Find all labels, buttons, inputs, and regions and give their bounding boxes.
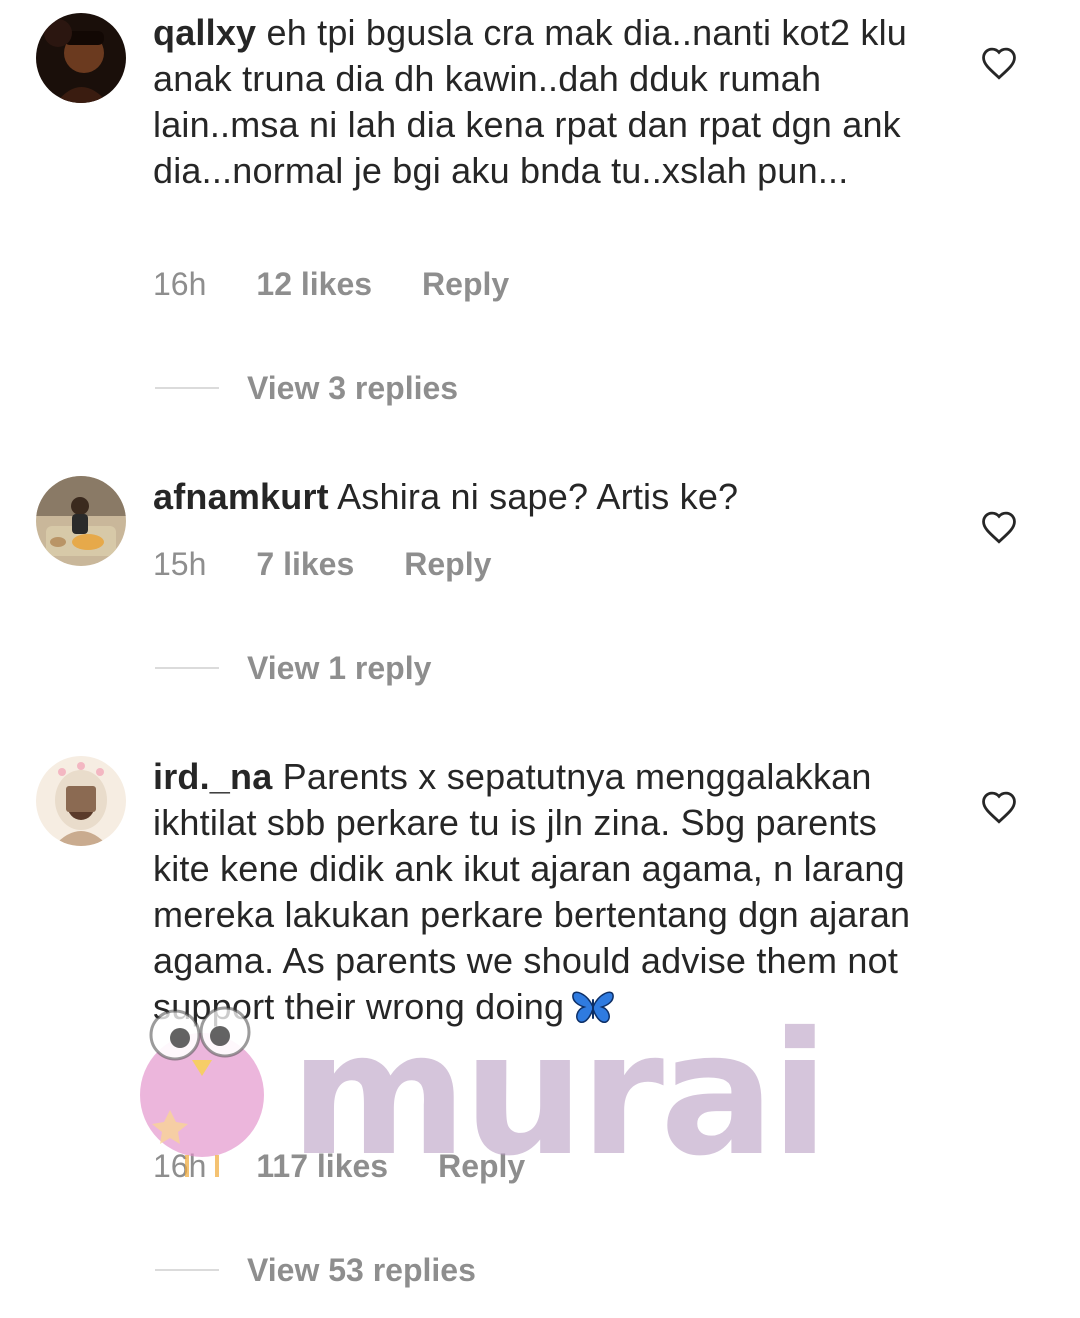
avatar-image-afnamkurt bbox=[36, 476, 126, 566]
view-replies-label: View 3 replies bbox=[247, 369, 459, 406]
comment-likes[interactable]: 7 likes bbox=[256, 546, 354, 583]
view-replies-button[interactable]: View 53 replies bbox=[155, 1250, 476, 1290]
reply-button[interactable]: Reply bbox=[438, 1148, 525, 1185]
comment-likes[interactable]: 12 likes bbox=[256, 266, 372, 303]
comment-username[interactable]: ird._na bbox=[153, 756, 272, 797]
avatar[interactable] bbox=[36, 756, 126, 846]
avatar-image-ird-na bbox=[36, 756, 126, 846]
replies-divider bbox=[155, 387, 219, 389]
comment-username[interactable]: qallxy bbox=[153, 12, 256, 53]
comment-username[interactable]: afnamkurt bbox=[153, 476, 329, 517]
view-replies-button[interactable]: View 3 replies bbox=[155, 368, 458, 408]
comment-body: qallxy eh tpi bgusla cra mak dia..nanti … bbox=[153, 10, 943, 194]
view-replies-label: View 1 reply bbox=[247, 649, 432, 686]
reply-button[interactable]: Reply bbox=[422, 266, 509, 303]
comment-text: eh tpi bgusla cra mak dia..nanti kot2 kl… bbox=[153, 12, 908, 191]
heart-icon[interactable] bbox=[980, 510, 1018, 544]
view-replies-button[interactable]: View 1 reply bbox=[155, 648, 431, 688]
avatar[interactable] bbox=[36, 13, 126, 103]
replies-divider bbox=[155, 667, 219, 669]
comment-text: Ashira ni sape? Artis ke? bbox=[337, 476, 739, 517]
comment-body: afnamkurt Ashira ni sape? Artis ke? bbox=[153, 474, 943, 520]
comment-meta: 15h 7 likes Reply bbox=[153, 544, 491, 584]
comment-time: 16h bbox=[153, 265, 207, 302]
reply-button[interactable]: Reply bbox=[404, 546, 491, 583]
butterfly-icon bbox=[572, 991, 615, 1024]
comment-meta: 16h 12 likes Reply bbox=[153, 264, 509, 304]
comment-time: 16h bbox=[153, 1147, 207, 1184]
comment-time: 15h bbox=[153, 545, 207, 582]
avatar-image-qallxy bbox=[36, 13, 126, 103]
comment-body: ird._na Parents x sepatutnya menggalakka… bbox=[153, 754, 943, 1030]
view-replies-label: View 53 replies bbox=[247, 1251, 476, 1288]
comment-meta: 16h 117 likes Reply bbox=[153, 1146, 525, 1186]
replies-divider bbox=[155, 1269, 219, 1271]
avatar[interactable] bbox=[36, 476, 126, 566]
heart-icon[interactable] bbox=[980, 46, 1018, 80]
heart-icon[interactable] bbox=[980, 790, 1018, 824]
comment-likes[interactable]: 117 likes bbox=[256, 1148, 388, 1185]
